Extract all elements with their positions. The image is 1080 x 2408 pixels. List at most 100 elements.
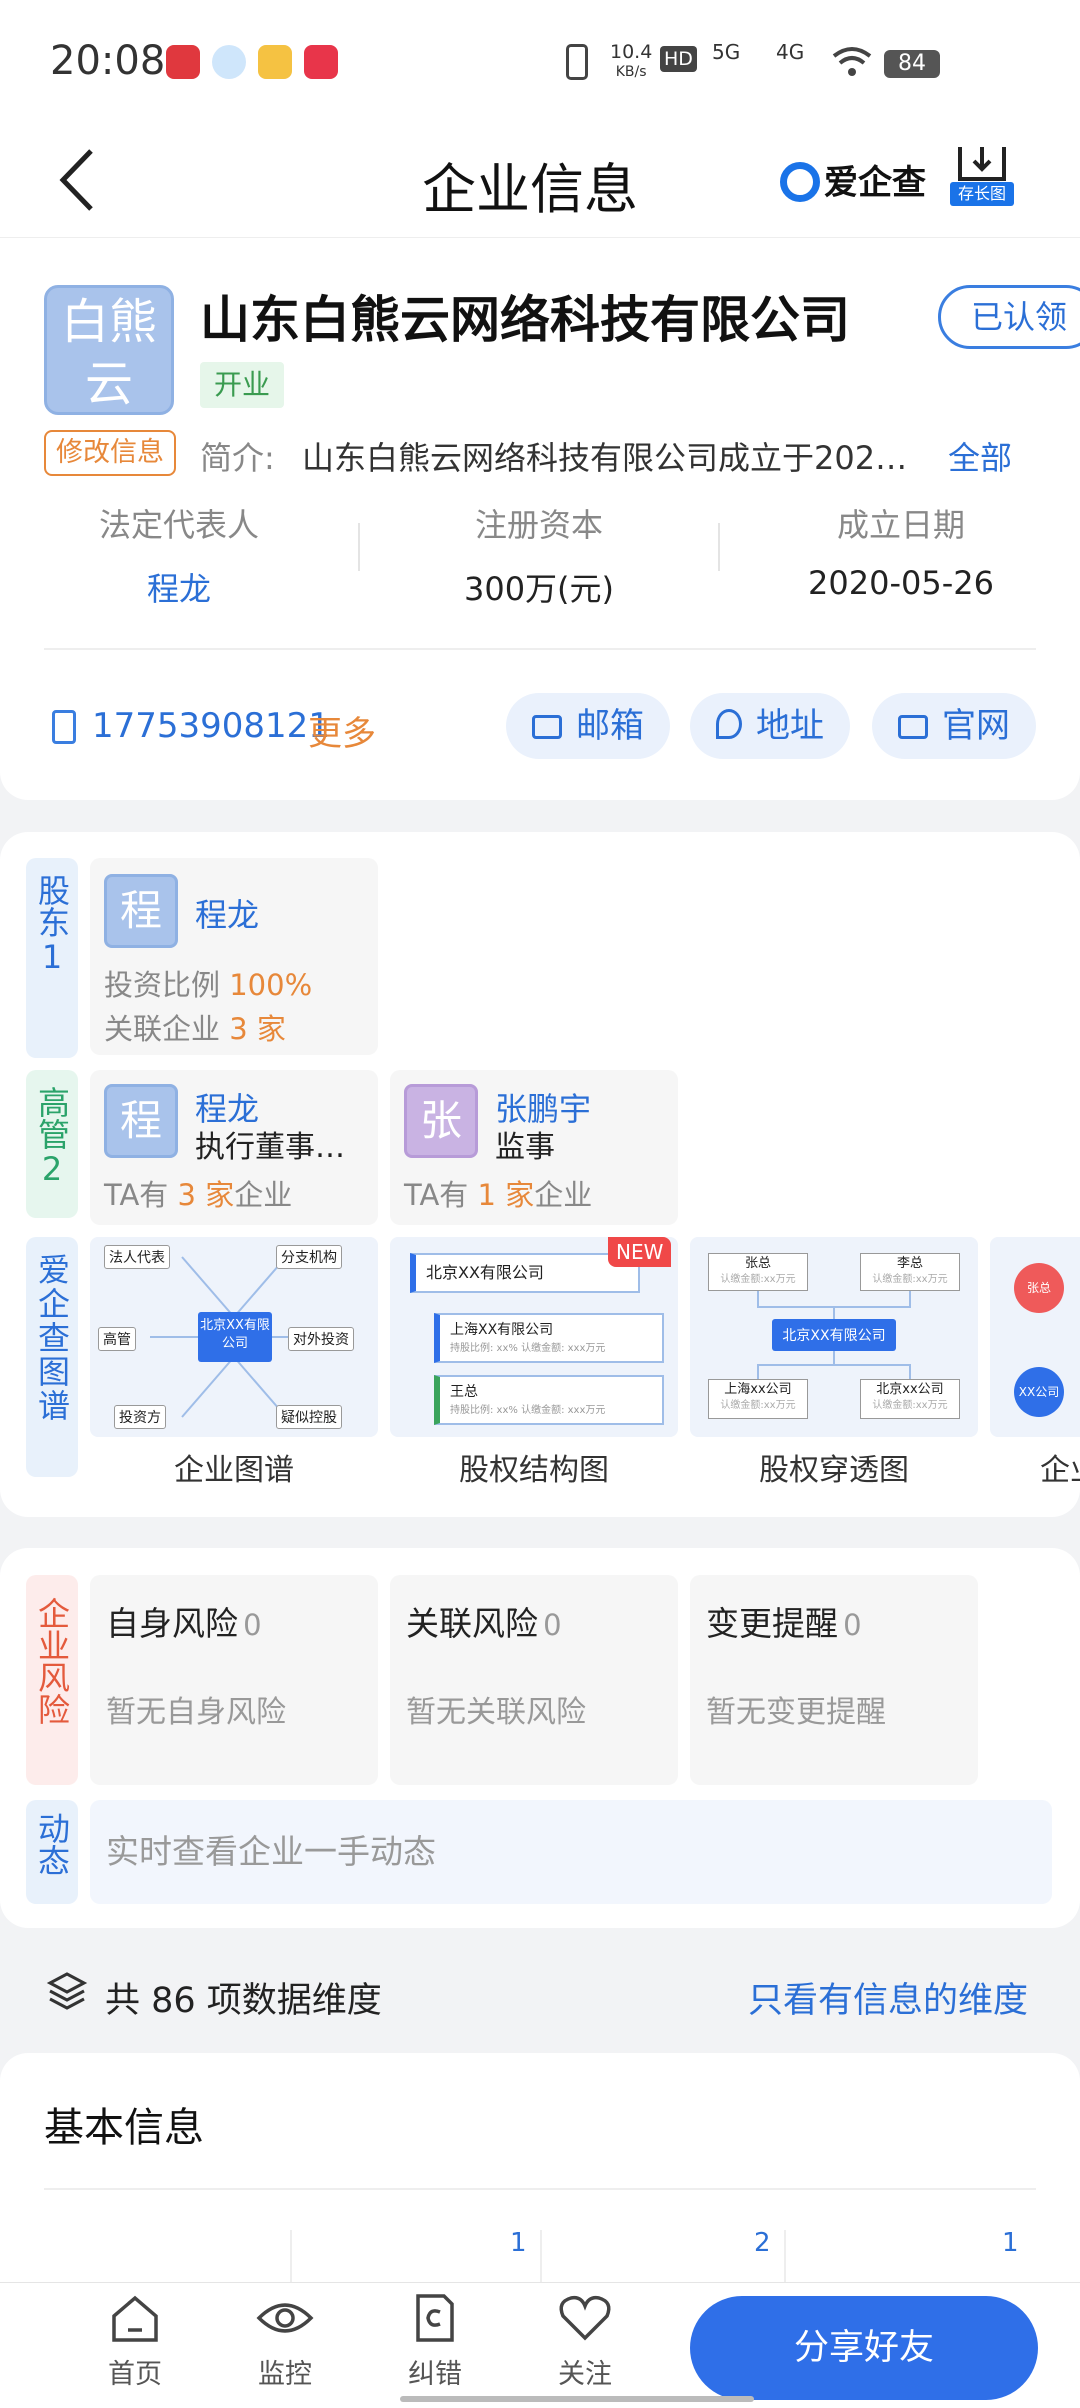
stat-legal-rep[interactable]: 法定代表人 程龙 <box>44 500 314 610</box>
enterprise-graph-tile[interactable]: 北京XX有限公司 法人代表 分支机构 高管 对外投资 投资方 疑似控股 <box>90 1237 378 1437</box>
related-companies: 关联企业 3 家 <box>104 1012 286 1046</box>
website-button[interactable]: 官网 <box>872 693 1036 759</box>
equity-row: 王总 持股比例: xx% 认缴金额: xxx万元 <box>434 1375 664 1425</box>
avatar: 程 <box>104 1084 178 1158</box>
signal-4g-icon: 4G <box>776 40 805 64</box>
stat-founded-date: 成立日期 2020-05-26 <box>808 506 994 602</box>
penetration-node: 上海xx公司 认缴金额:xx万元 <box>708 1379 808 1419</box>
count-badge: 2 <box>754 2228 771 2258</box>
stat-divider <box>358 523 360 571</box>
tab-correction[interactable]: 纠错 <box>380 2292 490 2391</box>
tab-company-risk[interactable]: 企业风险 <box>26 1575 78 1785</box>
email-button[interactable]: 邮箱 <box>506 693 670 759</box>
graph-label[interactable]: 股权结构图 <box>390 1445 678 1489</box>
executive-tile[interactable]: 张 张鹏宇 监事 TA有 1 家企业 <box>390 1070 678 1225</box>
status-badge: 开业 <box>200 362 285 408</box>
intro-label: 简介: <box>200 439 275 477</box>
address-button[interactable]: 地址 <box>690 693 850 759</box>
home-icon <box>112 2295 158 2342</box>
company-name: 山东白熊云网络科技有限公司 <box>200 291 850 349</box>
tab-executives[interactable]: 高管 2 <box>26 1070 78 1218</box>
equity-row: 北京XX有限公司 <box>410 1253 640 1293</box>
correction-icon <box>416 2294 454 2342</box>
executive-tile[interactable]: 程 程龙 执行董事… TA有 3 家企业 <box>90 1070 378 1225</box>
wifi-icon <box>832 46 872 78</box>
equity-structure-tile[interactable]: 北京XX有限公司 上海XX有限公司 持股比例: xx% 认缴金额: xxx万元 王… <box>390 1237 678 1437</box>
equity-row: 上海XX有限公司 持股比例: xx% 认缴金额: xxx万元 <box>434 1313 664 1363</box>
graph-label[interactable]: 股权穿透图 <box>690 1445 978 1489</box>
tab-monitor[interactable]: 监控 <box>230 2292 340 2391</box>
dimensions-count: 共 86 项数据维度 <box>105 1981 382 2021</box>
battery-indicator: 84 <box>884 50 940 78</box>
risk-count: 0 <box>543 1608 562 1642</box>
equity-penetration-tile[interactable]: 北京XX有限公司 张总 认缴金额:xx万元 李总 认缴金额:xx万元 上海xx公司认… <box>690 1237 978 1437</box>
share-friends-button[interactable]: 分享好友 <box>690 2296 1038 2400</box>
penetration-node: 李总 认缴金额:xx万元 <box>860 1253 960 1291</box>
graph-label[interactable]: 企业图谱 <box>90 1445 378 1489</box>
self-risk-tile[interactable]: 自身风险 0 暂无自身风险 <box>90 1575 378 1785</box>
graph-label[interactable]: 企业 <box>1040 1445 1080 1489</box>
tab-shareholders[interactable]: 股东 1 <box>26 858 78 1058</box>
risk-count: 0 <box>243 1608 262 1642</box>
divider <box>540 2230 542 2290</box>
shareholder-tile[interactable]: 程 程龙 投资比例 100% 关联企业 3 家 <box>90 858 378 1055</box>
home-indicator <box>400 2396 754 2402</box>
executive-role: 监事 <box>495 1130 555 1165</box>
heart-icon <box>559 2295 611 2341</box>
count-badge: 1 <box>510 2228 527 2258</box>
tab-aiqicha-graphs[interactable]: 爱企查图谱 <box>26 1237 78 1477</box>
tab-follow[interactable]: 关注 <box>530 2292 640 2391</box>
tab-dynamics[interactable]: 动态 <box>26 1800 78 1904</box>
save-long-label[interactable]: 存长图 <box>950 182 1014 206</box>
related-risk-tile[interactable]: 关联风险 0 暂无关联风险 <box>390 1575 678 1785</box>
graph-node: XX公司 <box>1014 1367 1064 1417</box>
risk-count: 0 <box>843 1608 862 1642</box>
graph-node: 张总 <box>1014 1263 1064 1313</box>
aiqicha-brand[interactable]: 爱企查 <box>780 155 926 204</box>
graph-node: 高管 <box>98 1327 136 1351</box>
net-speed: 10.4 KB/s <box>610 41 653 80</box>
phone-icon <box>52 710 76 744</box>
edit-info-button[interactable]: 修改信息 <box>44 430 176 476</box>
graph-node: 分支机构 <box>276 1245 342 1269</box>
nav-bar: 企业信息 爱企查 存长图 <box>0 125 1080 238</box>
count-badge: 1 <box>1002 2228 1019 2258</box>
new-badge: NEW <box>608 1237 672 1267</box>
mail-icon <box>532 715 562 739</box>
location-pin-icon <box>716 709 742 739</box>
penetration-node: 北京xx公司 认缴金额:xx万元 <box>860 1379 960 1419</box>
more-graph-tile[interactable]: 张总 XX公司 <box>990 1237 1080 1437</box>
shareholder-name[interactable]: 程龙 <box>195 890 259 936</box>
stat-registered-capital: 注册资本 300万(元) <box>463 506 615 608</box>
tab-home[interactable]: 首页 <box>80 2292 190 2391</box>
risk-title: 变更提醒 <box>706 1604 838 1643</box>
phone-more-link[interactable]: 更多 <box>308 706 376 755</box>
divider <box>44 2188 1036 2190</box>
executive-companies: TA有 3 家企业 <box>104 1178 293 1212</box>
executive-companies: TA有 1 家企业 <box>404 1178 593 1212</box>
risk-title: 关联风险 <box>406 1604 538 1643</box>
executive-role: 执行董事… <box>195 1130 345 1165</box>
status-time: 20:08 <box>50 38 166 84</box>
dimensions-filter-link[interactable]: 只看有信息的维度 <box>748 1972 1028 2023</box>
dynamics-tile[interactable]: 实时查看企业一手动态 <box>90 1800 1052 1904</box>
penetration-center: 北京XX有限公司 <box>782 1328 886 1344</box>
graph-node: 法人代表 <box>104 1245 170 1269</box>
weibo-icon <box>258 45 292 79</box>
penetration-node: 张总 认缴金额:xx万元 <box>708 1253 808 1291</box>
divider <box>290 2230 292 2290</box>
eye-icon <box>256 2303 314 2333</box>
layers-icon <box>46 1970 88 2016</box>
risk-empty-text: 暂无自身风险 <box>106 1695 286 1730</box>
risk-title: 自身风险 <box>106 1604 238 1643</box>
netease-music-icon <box>166 45 200 79</box>
divider <box>44 648 1036 650</box>
intro-all-link[interactable]: 全部 <box>948 433 1012 479</box>
claimed-button[interactable]: 已认领 <box>938 285 1080 349</box>
avatar: 程 <box>104 874 178 948</box>
app-notification-icon <box>212 45 246 79</box>
avatar: 张 <box>404 1084 478 1158</box>
change-alert-tile[interactable]: 变更提醒 0 暂无变更提醒 <box>690 1575 978 1785</box>
aiqicha-logo-icon <box>780 162 820 202</box>
phone-number[interactable]: 17753908121 <box>92 706 330 746</box>
